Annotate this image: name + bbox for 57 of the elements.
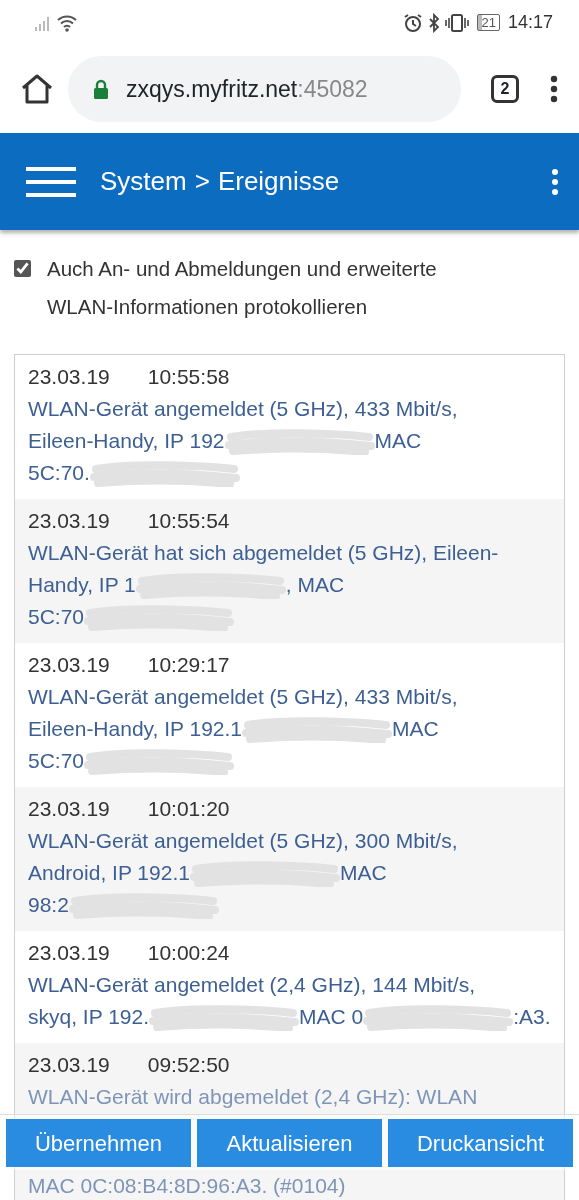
bluetooth-icon: [427, 12, 442, 33]
event-date: 23.03.19: [28, 797, 110, 820]
event-date: 23.03.19: [28, 365, 110, 388]
event-text: 98:2: [28, 893, 69, 916]
alarm-icon: [403, 12, 424, 33]
event-text: WLAN-Gerät angemeldet (2,4 GHz), 144 Mbit/s,: [28, 973, 475, 996]
event-text: 5C:70: [28, 749, 85, 772]
event-text: 5C:70: [28, 605, 85, 628]
event-time: 10:29:17: [147, 653, 230, 676]
breadcrumb-link[interactable]: System: [100, 162, 187, 201]
more-icon[interactable]: [549, 74, 559, 104]
breadcrumb-separator: >: [194, 165, 210, 198]
event-time: 10:01:20: [147, 797, 230, 820]
event-text: MAC: [339, 861, 387, 884]
home-icon[interactable]: [20, 73, 54, 105]
event-text: MAC 0: [299, 1005, 364, 1028]
action-button[interactable]: Übernehmen: [6, 1119, 191, 1167]
event-time: 10:55:54: [147, 509, 230, 532]
event-time: 09:52:50: [147, 1053, 230, 1076]
event-date: 23.03.19: [28, 1053, 110, 1076]
battery-level: 21: [477, 14, 500, 31]
log-checkbox[interactable]: [14, 260, 31, 277]
event-text: MAC: [374, 429, 422, 452]
event-text: Handy, IP 1: [28, 573, 136, 596]
menu-icon[interactable]: [26, 164, 76, 199]
event-text: skyq, IP 192.: [28, 1005, 150, 1028]
vibrate-icon: [445, 12, 470, 33]
lock-icon: [92, 78, 110, 100]
event-text: :A3.: [513, 1005, 551, 1028]
event-text: MAC: [392, 717, 439, 740]
event-text: MAC 0C:08:B4:8D:96:A3. (#0104): [28, 1174, 346, 1197]
event-text: WLAN-Gerät angemeldet (5 GHz), 300 Mbit/s,: [28, 829, 458, 852]
event-text: WLAN-Gerät wird abgemeldet (2,4 GHz): WLAN: [28, 1085, 478, 1108]
tab-count-button[interactable]: 2: [491, 75, 519, 103]
event-text: 5C:70.: [28, 461, 90, 484]
checkbox-label: Auch An- und Abmeldungen und erweiterte WLAN-Informationen protokollieren: [47, 256, 438, 320]
event-text: Android, IP 192.1: [28, 861, 190, 884]
event-text: Eileen-Handy, IP 192: [28, 429, 225, 452]
event-text: Eileen-Handy, IP 192.1: [28, 717, 243, 740]
url-text: zxqys.myfritz.net:45082: [126, 74, 368, 104]
event-time: 10:00:24: [147, 941, 230, 964]
action-button[interactable]: Druckansicht: [388, 1119, 573, 1167]
signal-icon: [34, 14, 52, 31]
page-title: Ereignisse: [217, 165, 340, 198]
event-text: , MAC: [285, 573, 345, 596]
event-date: 23.03.19: [28, 941, 110, 964]
event-date: 23.03.19: [28, 653, 110, 676]
address-field[interactable]: zxqys.myfritz.net:45082: [68, 56, 461, 122]
clock-time: 14:17: [507, 11, 553, 34]
event-text: WLAN-Gerät angemeldet (5 GHz), 433 Mbit/s,: [28, 685, 458, 708]
action-button[interactable]: Aktualisieren: [197, 1119, 382, 1167]
more-icon[interactable]: [551, 167, 559, 196]
wifi-icon: [56, 13, 78, 32]
event-date: 23.03.19: [28, 509, 110, 532]
event-time: 10:55:58: [147, 365, 230, 388]
event-text: WLAN-Gerät angemeldet (5 GHz), 433 Mbit/s,: [28, 397, 458, 420]
event-text: WLAN-Gerät hat sich abgemeldet (5 GHz), Eileen-: [28, 541, 499, 564]
